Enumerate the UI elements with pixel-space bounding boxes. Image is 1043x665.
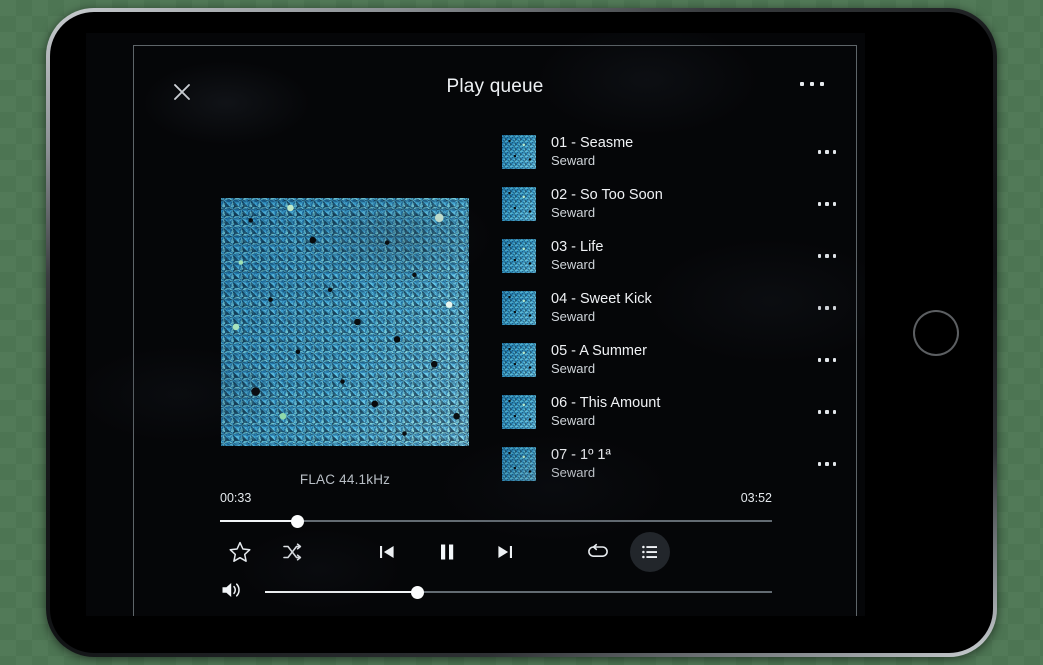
track-thumbnail [502, 135, 536, 169]
now-playing-artwork-column: FLAC 44.1kHz [221, 198, 469, 487]
track-thumbnail [502, 395, 536, 429]
transport-controls [220, 532, 772, 572]
track-thumbnail [502, 447, 536, 481]
dot [810, 82, 814, 86]
dot [817, 462, 821, 466]
dot [832, 306, 836, 310]
tablet-screen: Play queue FLAC 44.1kHz 01 - Seasme Sewar… [86, 33, 865, 616]
track-row[interactable]: 01 - Seasme Seward [502, 126, 842, 178]
track-more-icon[interactable] [816, 246, 839, 266]
pause-icon[interactable] [427, 532, 467, 572]
dot [832, 358, 836, 362]
audio-format-label: FLAC 44.1kHz [299, 472, 391, 487]
dot [817, 202, 821, 206]
panel-header: Play queue [134, 46, 856, 132]
dot [825, 254, 829, 258]
total-duration: 03:52 [740, 491, 772, 505]
dot [817, 358, 821, 362]
dot [817, 306, 821, 310]
track-meta: 06 - This Amount Seward [551, 394, 816, 430]
seek-row: 00:33 03:52 [220, 491, 772, 529]
elapsed-time: 00:33 [220, 491, 252, 505]
track-artist: Seward [551, 204, 596, 220]
dot [832, 254, 836, 258]
track-more-icon[interactable] [816, 194, 839, 214]
track-row[interactable]: 03 - Life Seward [502, 230, 842, 282]
seek-slider[interactable] [220, 513, 772, 529]
volume-icon[interactable] [220, 580, 244, 600]
dot [832, 150, 836, 154]
seek-fill [220, 520, 298, 522]
track-title: 04 - Sweet Kick [551, 291, 652, 308]
track-more-icon[interactable] [816, 142, 839, 162]
track-thumbnail [502, 187, 536, 221]
dot [825, 202, 829, 206]
repeat-icon[interactable] [578, 532, 618, 572]
track-meta: 07 - 1º 1ª Seward [551, 446, 816, 482]
more-horizontal-icon[interactable] [800, 82, 824, 86]
seek-knob[interactable] [290, 515, 304, 528]
track-row[interactable]: 06 - This Amount Seward [502, 386, 842, 438]
next-track-icon[interactable] [485, 532, 525, 572]
player-bar: 00:33 03:52 [134, 491, 856, 616]
dot [800, 82, 804, 86]
track-artist: Seward [551, 308, 596, 324]
track-more-icon[interactable] [816, 350, 839, 370]
track-title: 05 - A Summer [551, 343, 647, 360]
track-more-icon[interactable] [816, 454, 839, 474]
shuffle-icon[interactable] [272, 532, 312, 572]
queue-list-icon[interactable] [630, 532, 670, 572]
dot [832, 202, 836, 206]
volume-fill [265, 591, 418, 593]
track-artist: Seward [551, 360, 596, 376]
track-thumbnail [502, 343, 536, 377]
volume-slider[interactable] [265, 584, 772, 600]
track-title: 03 - Life [551, 239, 604, 256]
track-meta: 05 - A Summer Seward [551, 342, 816, 378]
queue-track-list[interactable]: 01 - Seasme Seward 02 - So Too Soon Seward 0… [502, 126, 842, 490]
track-title: 02 - So Too Soon [551, 187, 663, 204]
track-more-icon[interactable] [816, 298, 839, 318]
track-row[interactable]: 02 - So Too Soon Seward [502, 178, 842, 230]
track-artist: Seward [551, 256, 596, 272]
play-queue-panel: Play queue FLAC 44.1kHz 01 - Seasme Sewar… [133, 45, 857, 616]
track-thumbnail [502, 291, 536, 325]
dot [820, 82, 824, 86]
track-meta: 03 - Life Seward [551, 238, 816, 274]
dot [817, 254, 821, 258]
dot [825, 410, 829, 414]
dot [832, 410, 836, 414]
track-row[interactable]: 05 - A Summer Seward [502, 334, 842, 386]
track-artist: Seward [551, 152, 596, 168]
dot [817, 150, 821, 154]
track-row[interactable]: 07 - 1º 1ª Seward [502, 438, 842, 490]
album-art [221, 198, 469, 446]
track-row[interactable]: 04 - Sweet Kick Seward [502, 282, 842, 334]
volume-row [220, 579, 772, 600]
track-title: 06 - This Amount [551, 395, 661, 412]
dot [832, 462, 836, 466]
dot [825, 150, 829, 154]
dot [825, 462, 829, 466]
dot [825, 358, 829, 362]
time-display: 00:33 03:52 [220, 491, 772, 508]
track-more-icon[interactable] [816, 402, 839, 422]
previous-track-icon[interactable] [367, 532, 407, 572]
track-meta: 04 - Sweet Kick Seward [551, 290, 816, 326]
track-meta: 02 - So Too Soon Seward [551, 186, 816, 222]
volume-knob[interactable] [410, 586, 424, 599]
home-button[interactable] [913, 310, 959, 356]
track-artist: Seward [551, 464, 596, 480]
star-icon[interactable] [220, 532, 260, 572]
track-meta: 01 - Seasme Seward [551, 134, 816, 170]
dot [817, 410, 821, 414]
track-thumbnail [502, 239, 536, 273]
track-title: 01 - Seasme [551, 135, 634, 152]
track-title: 07 - 1º 1ª [551, 447, 611, 464]
dot [825, 306, 829, 310]
page-title: Play queue [446, 76, 544, 97]
screenshot-root: Play queue FLAC 44.1kHz 01 - Seasme Sewar… [0, 0, 1043, 665]
track-artist: Seward [551, 412, 596, 428]
